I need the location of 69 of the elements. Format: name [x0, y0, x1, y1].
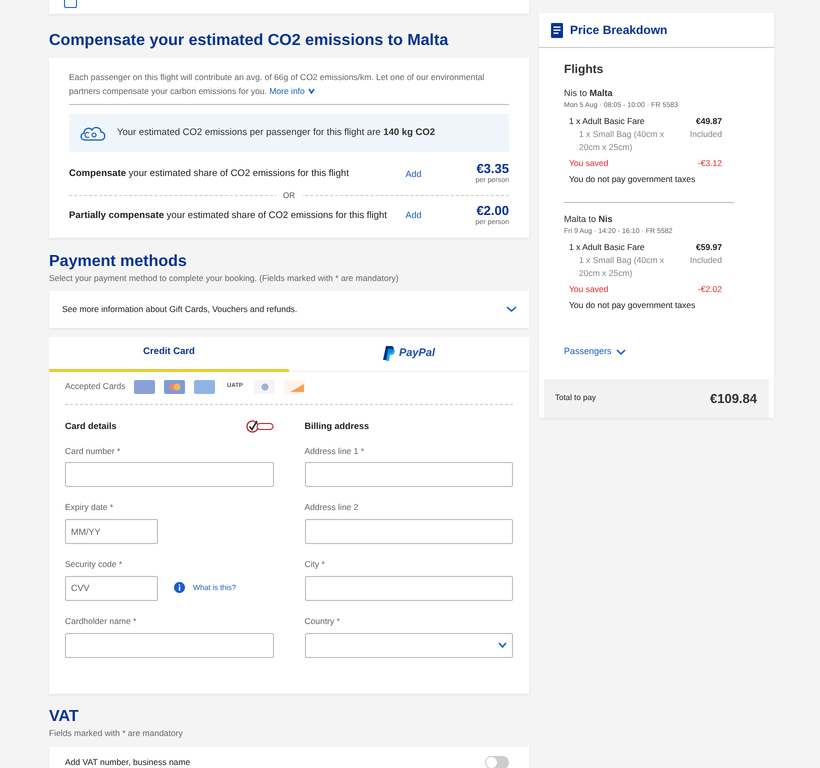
more-info-link[interactable]: More info	[269, 84, 315, 98]
field-label: Cardholder name *	[65, 614, 138, 628]
line-label: You do not pay government taxes	[569, 299, 696, 312]
chevron-down-icon	[616, 348, 626, 355]
line-amount: -€3.12	[698, 157, 722, 170]
input-field[interactable]: CVV	[65, 576, 158, 601]
document-icon	[551, 22, 563, 38]
section-title: Payment methods	[49, 252, 188, 272]
section-subtitle: Select your payment method to complete your booking. (Fields marked with * are mandatory)	[49, 272, 400, 285]
line-label: 1 x Small Bag (40cm x 20cm x 25cm)	[579, 254, 666, 280]
section-subtitle: Fields marked with * are mandatory	[49, 726, 184, 740]
price: €3.35	[476, 162, 509, 176]
intro-text: Each passenger on this flight will contribute an avg. of 66g of CO2 emissions/km. Let one of our environmental partners compensate your carbon emissions for you. More info	[69, 71, 486, 98]
line-label: You do not pay government taxes	[569, 173, 696, 186]
panel-title: Price Breakdown	[570, 22, 668, 39]
section-title: VAT	[49, 706, 80, 726]
price: €2.00	[476, 204, 509, 218]
field-label: Address line 2	[304, 501, 360, 514]
field-label: City *	[304, 558, 326, 571]
toggle-switch[interactable]	[485, 756, 509, 768]
info-icon	[174, 582, 185, 593]
input-field[interactable]	[65, 462, 274, 488]
vat-option-label: Add VAT number, business name	[65, 756, 190, 768]
section-heading: Flights	[564, 61, 604, 78]
cloud-icon	[79, 124, 107, 142]
payment-tab[interactable]: Credit Card	[49, 336, 289, 372]
input-field[interactable]	[65, 632, 274, 658]
line-label: 1 x Small Bag (40cm x 20cm x 25cm)	[579, 128, 666, 154]
input-field[interactable]	[304, 576, 513, 601]
accepted-cards-label: Accepted Cards	[65, 380, 126, 393]
chevron-down-icon	[308, 88, 315, 94]
total-label: Total to pay	[555, 392, 596, 404]
country-select[interactable]	[304, 632, 513, 658]
payment-tab[interactable]: PayPal	[289, 336, 529, 372]
add-link[interactable]: Add	[406, 209, 476, 222]
chevron-down-icon	[506, 306, 517, 312]
input-field[interactable]	[304, 462, 513, 488]
line-label: 1 x Adult Basic Fare	[569, 115, 645, 128]
route-title: Malta to Nis	[564, 213, 614, 226]
option-text: Compensate your estimated share of CO2 emissions for this flight	[69, 167, 350, 182]
field-label: Expiry date *	[65, 501, 114, 514]
section-title: Compensate your estimated CO2 emissions to Malta	[49, 31, 450, 51]
add-link[interactable]: Add	[406, 168, 476, 181]
total-amount: €109.84	[710, 390, 757, 408]
route-title: Nis to Malta	[564, 87, 614, 100]
line-amount: -€2.02	[698, 283, 722, 296]
info-text: See more information about Gift Cards, Vouchers and refunds.	[62, 302, 298, 316]
line-amount: €59.97	[696, 241, 722, 254]
input-field[interactable]	[304, 519, 513, 544]
column-title: Billing address	[304, 420, 370, 433]
field-label: Card number *	[65, 444, 122, 458]
option-text: Partially compensate your estimated share of CO2 emissions for this flight	[69, 208, 388, 223]
line-amount: Included	[690, 128, 722, 141]
field-label: Address line 1 *	[304, 444, 366, 458]
column-title: Card details	[65, 420, 117, 433]
input-field[interactable]: MM/YY	[65, 519, 158, 544]
paypal-icon	[382, 346, 395, 361]
field-label: Security code *	[65, 558, 124, 571]
info-accordion[interactable]: See more information about Gift Cards, Vouchers and refunds.	[49, 290, 529, 328]
emissions-text: Your estimated CO2 emissions per passenger for this flight are 140 kg CO2	[117, 126, 436, 140]
checkmark-badge-icon	[246, 420, 274, 433]
passengers-link[interactable]: Passengers	[564, 345, 626, 358]
line-amount: Included	[690, 254, 722, 267]
chevron-down-icon	[498, 642, 507, 648]
line-label: You saved	[569, 283, 608, 296]
field-label: Country *	[304, 614, 341, 628]
line-label: You saved	[569, 157, 608, 170]
line-label: 1 x Adult Basic Fare	[569, 241, 645, 254]
line-amount: €49.87	[696, 115, 722, 128]
